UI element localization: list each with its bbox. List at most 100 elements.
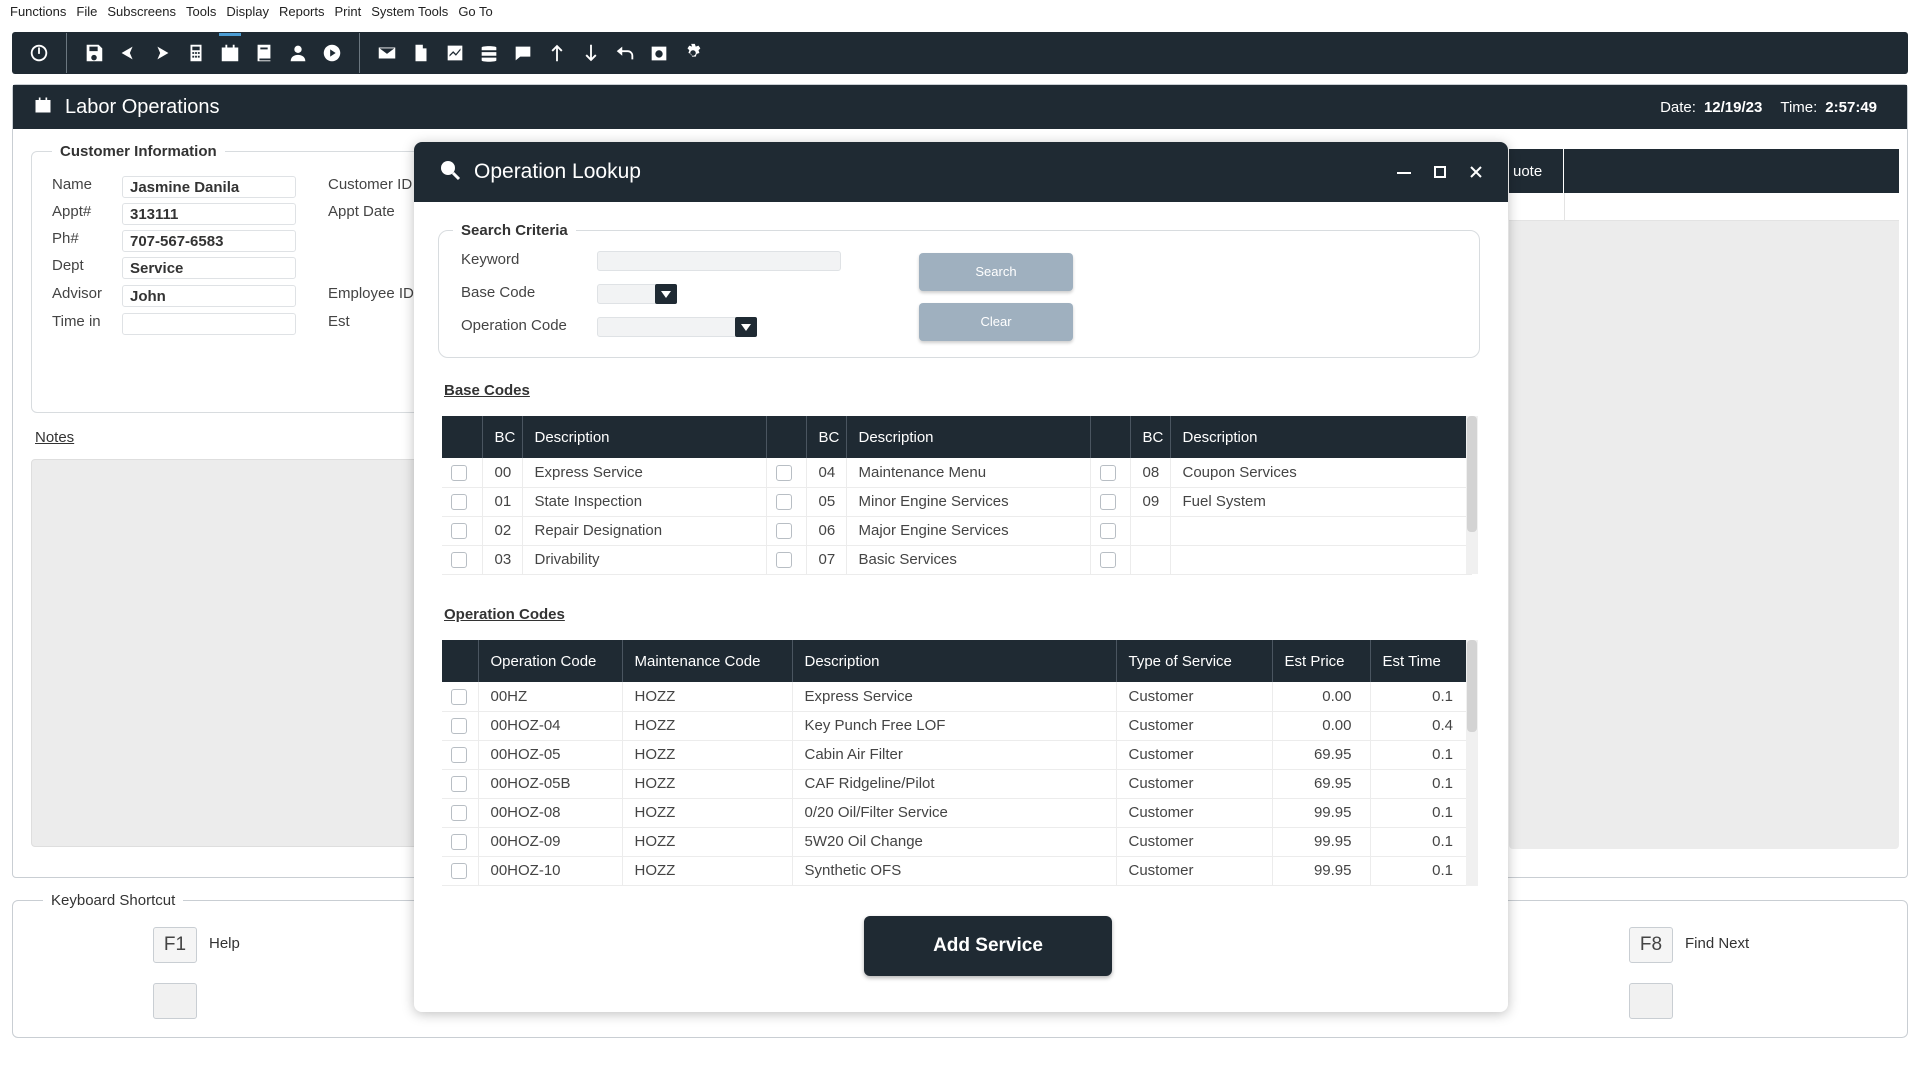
bc-column-header: BC xyxy=(806,416,847,458)
row-checkbox[interactable] xyxy=(451,863,467,880)
forward-icon[interactable] xyxy=(145,36,179,70)
shortcut-key-blank[interactable] xyxy=(153,983,197,1019)
gear-icon[interactable] xyxy=(676,36,710,70)
arrow-down-icon[interactable] xyxy=(574,36,608,70)
mail-icon[interactable] xyxy=(370,36,404,70)
checkbox-cell xyxy=(442,711,479,741)
appt-field[interactable]: 313111 xyxy=(122,203,296,225)
table-row[interactable]: 00HZ HOZZ Express Service Customer 0.00 0.1 xyxy=(442,682,1472,712)
row-checkbox[interactable] xyxy=(451,494,467,511)
table-row[interactable]: 00HOZ-08 HOZZ 0/20 Oil/Filter Service Custo… xyxy=(442,798,1472,828)
base-codes-scrollbar[interactable] xyxy=(1466,416,1478,574)
save-icon[interactable] xyxy=(77,36,111,70)
row-checkbox[interactable] xyxy=(1099,552,1116,569)
undo-icon[interactable] xyxy=(608,36,642,70)
row-checkbox[interactable] xyxy=(451,718,467,735)
checkbox-cell xyxy=(442,458,483,488)
maximize-icon[interactable] xyxy=(1428,160,1452,184)
chart-icon[interactable] xyxy=(438,36,472,70)
user-icon[interactable] xyxy=(281,36,315,70)
row-checkbox[interactable] xyxy=(451,523,467,540)
dept-label: Dept xyxy=(52,257,84,274)
menu-reports[interactable]: Reports xyxy=(279,4,325,20)
description-cell xyxy=(1170,516,1472,546)
name-field[interactable]: Jasmine Danila xyxy=(122,176,296,198)
menu-tools[interactable]: Tools xyxy=(186,4,216,20)
time-in-field[interactable] xyxy=(122,313,296,335)
bc-cell: 00 xyxy=(482,458,523,488)
row-checkbox[interactable] xyxy=(451,805,467,822)
chat-icon[interactable] xyxy=(506,36,540,70)
menu-subscreens[interactable]: Subscreens xyxy=(107,4,176,20)
operation-codes-scrollbar[interactable] xyxy=(1466,640,1478,886)
dept-field[interactable]: Service xyxy=(122,257,296,279)
bc-cell: 05 xyxy=(806,487,847,517)
scrollbar-thumb[interactable] xyxy=(1467,640,1477,732)
close-icon[interactable] xyxy=(1464,160,1488,184)
row-checkbox[interactable] xyxy=(451,834,467,851)
document-icon[interactable] xyxy=(404,36,438,70)
customer-info-legend: Customer Information xyxy=(52,143,225,160)
chevron-down-icon[interactable] xyxy=(655,284,677,304)
row-checkbox[interactable] xyxy=(1099,494,1116,511)
add-service-button[interactable]: Add Service xyxy=(864,916,1112,976)
table-row[interactable]: 00HOZ-05B HOZZ CAF Ridgeline/Pilot Customer… xyxy=(442,769,1472,799)
minimize-icon[interactable] xyxy=(1392,160,1416,184)
menu-functions[interactable]: Functions xyxy=(10,4,66,20)
notes-label[interactable]: Notes xyxy=(35,429,74,446)
base-code-label: Base Code xyxy=(461,284,536,301)
back-icon[interactable] xyxy=(111,36,145,70)
appt-label: Appt# xyxy=(52,203,92,220)
keyword-input[interactable] xyxy=(597,251,841,271)
menu-print[interactable]: Print xyxy=(335,4,362,20)
operation-codes-body: 00HZ HOZZ Express Service Customer 0.00 0.1 00… xyxy=(442,682,1472,886)
phone-field[interactable]: 707-567-6583 xyxy=(122,230,296,252)
operation-code-select[interactable] xyxy=(597,317,757,337)
scrollbar-thumb[interactable] xyxy=(1467,416,1477,532)
advisor-field[interactable]: John xyxy=(122,285,296,307)
est-price-cell: 0.00 xyxy=(1272,711,1371,741)
book-icon[interactable] xyxy=(247,36,281,70)
chevron-down-icon[interactable] xyxy=(735,317,757,337)
arrow-up-icon[interactable] xyxy=(540,36,574,70)
notes-area[interactable] xyxy=(31,459,431,847)
table-row[interactable]: 00HOZ-05 HOZZ Cabin Air Filter Customer 69.9… xyxy=(442,740,1472,770)
f1-key[interactable]: F1 xyxy=(153,927,197,963)
table-row[interactable]: 00HOZ-10 HOZZ Synthetic OFS Customer 99.95 0.… xyxy=(442,856,1472,886)
toolbar-divider xyxy=(66,33,67,73)
row-checkbox[interactable] xyxy=(775,552,792,569)
row-checkbox[interactable] xyxy=(451,688,467,705)
shortcut-key-blank[interactable] xyxy=(1629,983,1673,1019)
row-checkbox[interactable] xyxy=(451,552,467,569)
row-checkbox[interactable] xyxy=(451,464,467,481)
description-column-header: Description xyxy=(1170,416,1472,458)
row-checkbox[interactable] xyxy=(775,494,792,511)
f8-key[interactable]: F8 xyxy=(1629,927,1673,963)
play-icon[interactable] xyxy=(315,36,349,70)
row-checkbox[interactable] xyxy=(1099,523,1116,540)
base-code-select[interactable] xyxy=(597,284,677,304)
menu-display[interactable]: Display xyxy=(226,4,269,20)
power-icon[interactable] xyxy=(22,36,56,70)
operation-code-label: Operation Code xyxy=(461,317,567,334)
database-icon[interactable] xyxy=(472,36,506,70)
row-checkbox[interactable] xyxy=(1099,464,1116,481)
operation-code-cell: 00HOZ-09 xyxy=(478,827,623,857)
clear-button[interactable]: Clear xyxy=(919,303,1073,341)
menu-file[interactable]: File xyxy=(76,4,97,20)
checkbox-cell xyxy=(442,545,483,575)
search-button[interactable]: Search xyxy=(919,253,1073,291)
row-checkbox[interactable] xyxy=(451,776,467,793)
menu-system-tools[interactable]: System Tools xyxy=(371,4,448,20)
table-row[interactable]: 00HOZ-04 HOZZ Key Punch Free LOF Customer 0.… xyxy=(442,711,1472,741)
keyboard-shortcut-legend: Keyboard Shortcut xyxy=(43,892,184,909)
camera-icon[interactable] xyxy=(642,36,676,70)
row-checkbox[interactable] xyxy=(451,747,467,764)
calendar-icon[interactable] xyxy=(213,33,247,70)
table-row[interactable]: 00HOZ-09 HOZZ 5W20 Oil Change Customer 99.95… xyxy=(442,827,1472,857)
row-checkbox[interactable] xyxy=(775,523,792,540)
row-checkbox[interactable] xyxy=(775,464,792,481)
dialog-title-bar: Operation Lookup xyxy=(414,142,1508,202)
menu-go-to[interactable]: Go To xyxy=(458,4,492,20)
calculator-icon[interactable] xyxy=(179,36,213,70)
